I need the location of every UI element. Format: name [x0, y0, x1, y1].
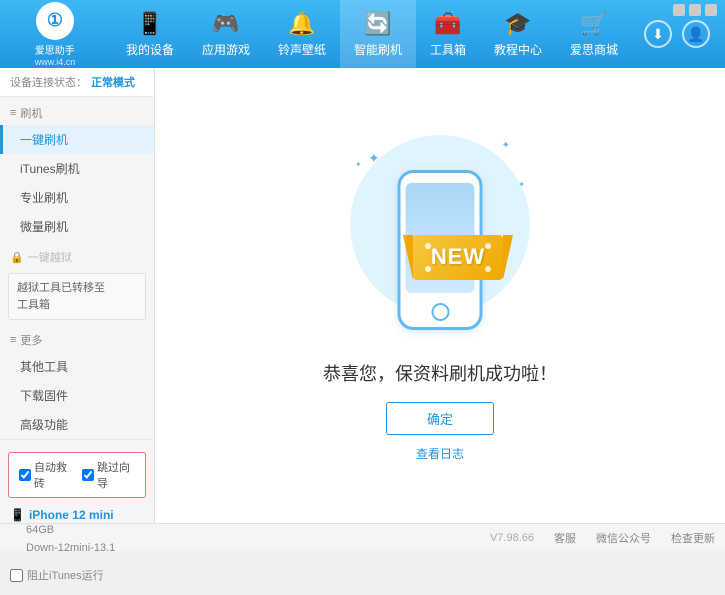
status-bar: 设备连接状态： 正常模式 [0, 68, 154, 97]
phone-icon: 📱 [10, 508, 25, 522]
logo-text: 爱思助手 www.i4.cn [35, 42, 76, 67]
sidebar-bottom: 自动救砖 跳过向导 📱 iPhone 12 mini 64GB Down-12m… [0, 439, 154, 595]
stop-itunes[interactable]: 阻止iTunes运行 [0, 563, 154, 587]
device-info: 📱 iPhone 12 mini 64GB Down-12mini-13.1 [0, 502, 154, 563]
skip-wizard-checkbox[interactable]: 跳过向导 [82, 459, 135, 491]
sidebar-item-download-firmware[interactable]: 下载固件 [0, 381, 154, 410]
nav-item-toolbox[interactable]: 🧰工具箱 [416, 0, 480, 68]
skip-wizard-label: 跳过向导 [97, 459, 135, 491]
sidebar-item-micro-flash[interactable]: 微量刷机 [0, 212, 154, 241]
new-ribbon-text: NEW [431, 244, 485, 270]
nav-item-my-device[interactable]: 📱我的设备 [112, 0, 188, 68]
sparkle-icon-3: ✦ [518, 180, 525, 189]
minimize-button[interactable] [673, 4, 685, 16]
close-button[interactable] [705, 4, 717, 16]
more-icon: ≡ [10, 334, 16, 346]
main-content: ✦ ✦ ✦ ✦ NEW 恭喜您，保资料刷机成功啦！ 确定 查 [155, 68, 725, 523]
stop-itunes-checkbox[interactable] [10, 569, 23, 582]
nav-bar: 📱我的设备🎮应用游戏🔔铃声壁纸🔄智能刷机🧰工具箱🎓教程中心🛒爱思商城 [100, 0, 644, 68]
nav-item-tutorial[interactable]: 🎓教程中心 [480, 0, 556, 68]
phone-home-button [431, 303, 449, 321]
sparkle-icon: ✦ [368, 150, 380, 167]
user-button[interactable]: 👤 [682, 20, 710, 48]
nav-item-ringtone[interactable]: 🔔铃声壁纸 [264, 0, 340, 68]
status-label: 设备连接状态： [10, 74, 87, 90]
store-nav-icon: 🛒 [580, 11, 607, 37]
device-name: 📱 iPhone 12 mini [10, 508, 144, 522]
sidebar-item-one-click-flash[interactable]: 一键刷机 [0, 125, 154, 154]
sidebar-item-pro-flash[interactable]: 专业刷机 [0, 183, 154, 212]
more-section-title: ≡ 更多 [0, 324, 154, 352]
footer-version: V7.98.66 [490, 532, 534, 544]
app-game-nav-icon: 🎮 [212, 11, 239, 37]
device-details: 64GB Down-12mini-13.1 [10, 522, 144, 557]
nav-item-smart-flash[interactable]: 🔄智能刷机 [340, 0, 416, 68]
ribbon-dot-3 [425, 266, 431, 272]
my-device-nav-icon: 📱 [136, 11, 163, 37]
sidebar-item-advanced[interactable]: 高级功能 [0, 410, 154, 439]
wechat-link[interactable]: 微信公众号 [596, 530, 651, 546]
check-update-link[interactable]: 检查更新 [671, 530, 715, 546]
smart-flash-nav-icon: 🔄 [364, 11, 391, 37]
nav-item-app-game[interactable]: 🎮应用游戏 [188, 0, 264, 68]
ribbon-dot-4 [485, 266, 491, 272]
maximize-button[interactable] [689, 4, 701, 16]
window-controls [673, 4, 717, 16]
success-illustration: ✦ ✦ ✦ ✦ NEW [340, 130, 540, 340]
checkbox-area: 自动救砖 跳过向导 [8, 452, 146, 498]
confirm-button[interactable]: 确定 [386, 402, 494, 435]
lock-icon: 🔒 [10, 251, 24, 264]
nav-item-store[interactable]: 🛒爱思商城 [556, 0, 632, 68]
logo-area: ① 爱思助手 www.i4.cn [10, 2, 100, 67]
sidebar: 设备连接状态： 正常模式 ≡ 刷机 一键刷机 iTunes刷机 专业刷机 微量刷… [0, 68, 155, 523]
sidebar-item-itunes-flash[interactable]: iTunes刷机 [0, 154, 154, 183]
success-message: 恭喜您，保资料刷机成功啦！ [323, 360, 557, 386]
header: ① 爱思助手 www.i4.cn 📱我的设备🎮应用游戏🔔铃声壁纸🔄智能刷机🧰工具… [0, 0, 725, 68]
customer-service-link[interactable]: 客服 [554, 530, 576, 546]
ribbon-dot-1 [425, 243, 431, 249]
auto-rescue-checkbox[interactable]: 自动救砖 [19, 459, 72, 491]
toolbox-nav-icon: 🧰 [434, 11, 461, 37]
auto-rescue-label: 自动救砖 [34, 459, 72, 491]
ribbon-body: NEW [413, 235, 503, 280]
jailbreak-section-title: 🔒 一键越狱 [0, 241, 154, 269]
auto-rescue-input[interactable] [19, 469, 31, 481]
main-layout: 设备连接状态： 正常模式 ≡ 刷机 一键刷机 iTunes刷机 专业刷机 微量刷… [0, 68, 725, 523]
jailbreak-label: 一键越狱 [28, 249, 72, 265]
more-label: 更多 [20, 332, 42, 348]
log-link[interactable]: 查看日志 [416, 445, 464, 462]
sparkle-icon-2: ✦ [502, 140, 510, 151]
sparkle-icon-4: ✦ [355, 160, 362, 169]
ribbon-dot-2 [485, 243, 491, 249]
jailbreak-notice: 越狱工具已转移至工具箱 [8, 273, 146, 320]
status-value: 正常模式 [91, 74, 135, 90]
header-right: ⬇ 👤 [644, 20, 710, 48]
flash-icon: ≡ [10, 107, 16, 119]
logo-icon: ① [36, 2, 74, 40]
flash-section-title: ≡ 刷机 [0, 97, 154, 125]
download-button[interactable]: ⬇ [644, 20, 672, 48]
new-ribbon: NEW [413, 235, 503, 285]
tutorial-nav-icon: 🎓 [504, 11, 531, 37]
flash-label: 刷机 [20, 105, 42, 121]
skip-wizard-input[interactable] [82, 469, 94, 481]
sidebar-item-other-tools[interactable]: 其他工具 [0, 352, 154, 381]
ringtone-nav-icon: 🔔 [288, 11, 315, 37]
